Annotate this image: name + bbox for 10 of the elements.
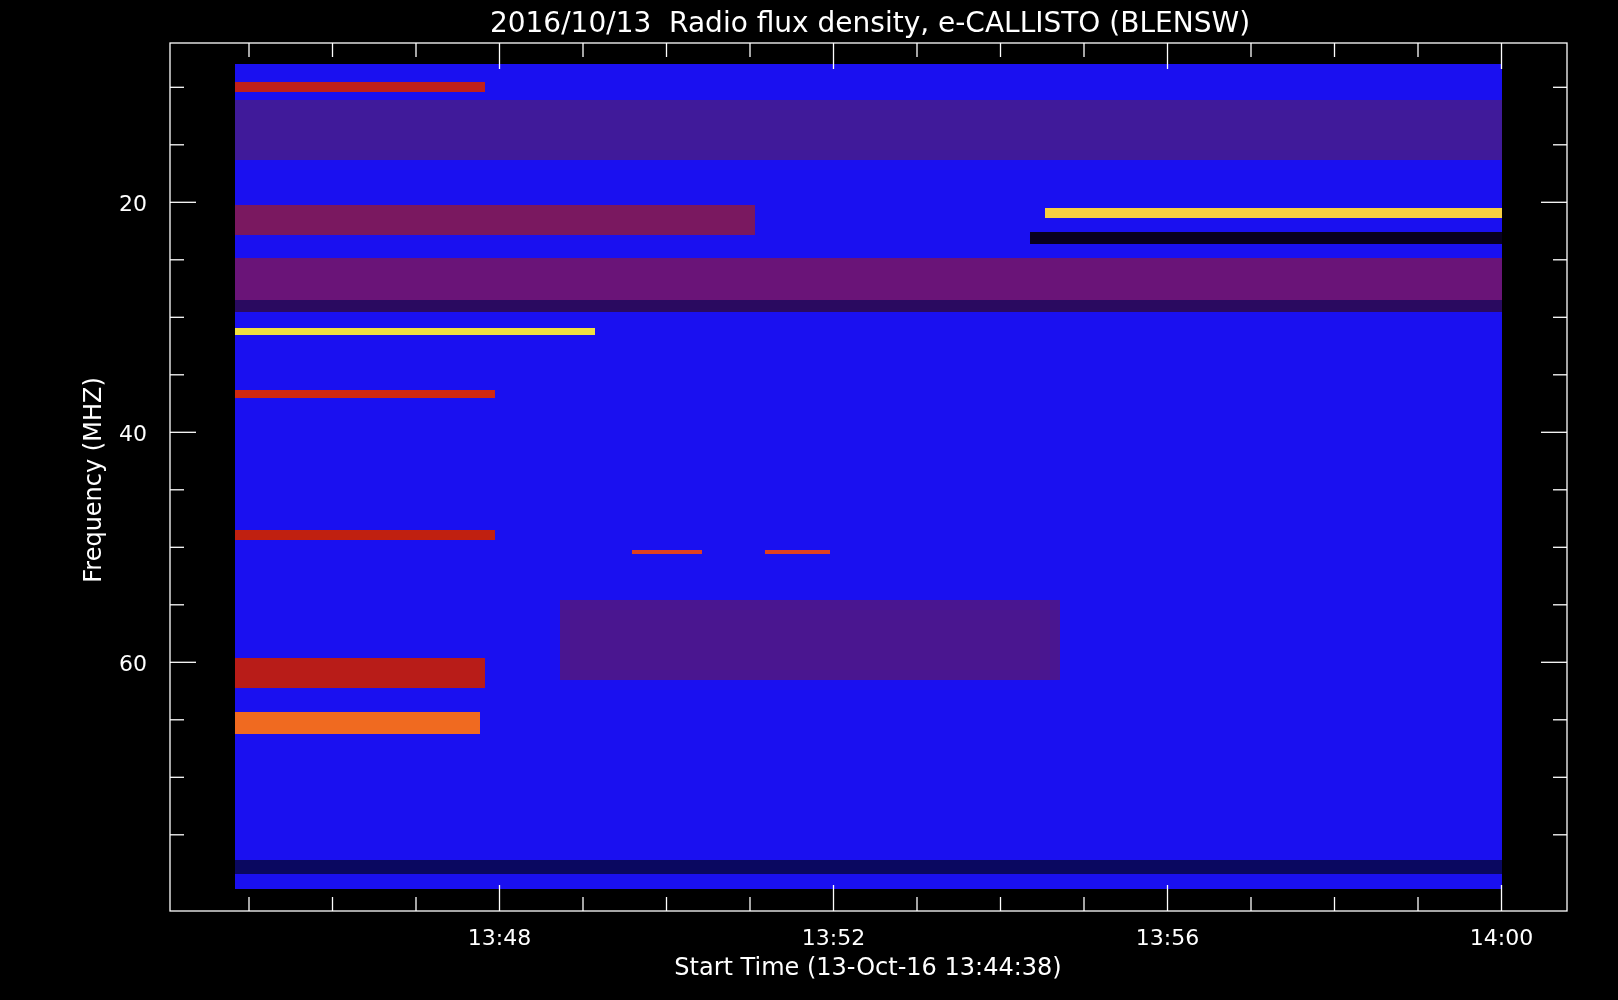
axis-title: Start Time (13-Oct-16 13:44:38) (674, 953, 1062, 981)
tick-label: 40 (119, 421, 147, 447)
axis-title: Frequency (MHZ) (79, 377, 107, 583)
tick-label: 13:52 (801, 925, 866, 950)
plot-title: 2016/10/13 Radio flux density, e-CALLISTO (BLENSW) (489, 6, 1251, 39)
tick-label: 60 (119, 651, 147, 677)
tick-label: 20 (119, 191, 147, 216)
tick-label: 13:48 (467, 925, 532, 950)
tick-label: 13:56 (1135, 925, 1200, 950)
tick-label: 14:00 (1469, 925, 1534, 950)
